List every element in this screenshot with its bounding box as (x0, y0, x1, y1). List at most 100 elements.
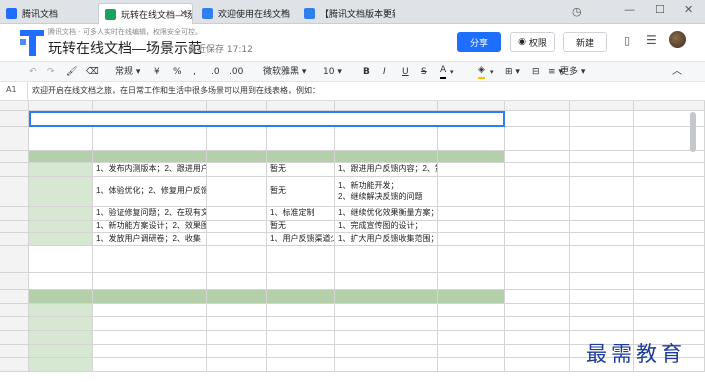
grid-cell[interactable] (634, 207, 705, 221)
issue-cell[interactable]: 暂无 (267, 163, 335, 177)
task-owner-cell[interactable] (207, 345, 267, 358)
row-header[interactable] (0, 127, 29, 151)
font-family-dropdown[interactable]: 微软雅黑 ▾ (263, 65, 306, 79)
grid-cell[interactable] (505, 151, 570, 163)
grid-cell[interactable] (505, 345, 570, 358)
tencent-docs-logo-icon[interactable] (20, 30, 44, 56)
grid-cell[interactable] (634, 246, 705, 273)
row-header[interactable] (0, 345, 29, 358)
increase-decimal-button[interactable]: .00 (229, 65, 243, 79)
task-end-cell[interactable] (438, 345, 505, 358)
task-status-cell[interactable] (267, 304, 335, 317)
row-header[interactable] (0, 290, 29, 304)
column-header-e[interactable] (335, 101, 438, 111)
grid-cell[interactable] (634, 290, 705, 304)
plan-cell[interactable]: 1、继续优化效果衡量方案；2 (335, 207, 438, 221)
doc-title[interactable]: 玩转在线文档—场景示范 (48, 38, 202, 58)
undo-icon[interactable]: ↶ (29, 65, 37, 79)
group-name-cell[interactable] (29, 233, 93, 246)
cell-reference[interactable]: A1 (6, 85, 17, 94)
phone-icon[interactable]: ▯ (624, 34, 630, 47)
row-header[interactable] (0, 273, 29, 290)
select-all-corner[interactable] (0, 101, 29, 111)
share-button[interactable]: 分享 (457, 32, 501, 52)
task-desc-cell[interactable] (93, 331, 207, 345)
grid-cell[interactable] (505, 358, 570, 372)
grid-cell[interactable] (570, 304, 634, 317)
task-status-cell[interactable] (267, 331, 335, 345)
grid-cell[interactable] (505, 163, 570, 177)
tab-scene-demo[interactable]: 玩转在线文档—场 ✕ (98, 3, 193, 24)
column-header-c[interactable] (207, 101, 267, 111)
avatar[interactable] (669, 31, 686, 48)
percent-button[interactable]: % (173, 65, 182, 79)
grid-cell[interactable] (505, 290, 570, 304)
column-header-i[interactable] (634, 101, 705, 111)
task-owner-cell[interactable] (207, 358, 267, 372)
task-status-cell[interactable] (267, 345, 335, 358)
grid-cell[interactable] (570, 127, 634, 151)
plan-cell[interactable]: 1、跟进用户反馈内容；2、策 (335, 163, 438, 177)
column-header-b[interactable] (93, 101, 207, 111)
grid-cell[interactable] (634, 304, 705, 317)
row-header[interactable] (0, 246, 29, 273)
grid-cell[interactable] (634, 317, 705, 331)
grid-cell[interactable] (570, 163, 634, 177)
task-id-cell[interactable] (29, 331, 93, 345)
grid-cell[interactable] (29, 246, 93, 273)
grid-cell[interactable] (335, 246, 438, 273)
task-owner-cell[interactable] (207, 304, 267, 317)
row-header[interactable] (0, 163, 29, 177)
grid-cell[interactable] (570, 233, 634, 246)
clock-icon[interactable]: ◷ (572, 5, 582, 18)
italic-icon[interactable]: I (383, 65, 386, 79)
row-header[interactable] (0, 111, 29, 127)
grid-cell[interactable] (570, 177, 634, 207)
maximize-icon[interactable]: ☐ (655, 3, 665, 16)
grid-cell[interactable] (634, 151, 705, 163)
underline-icon[interactable]: U (402, 65, 409, 79)
column-header-a[interactable] (29, 101, 93, 111)
issue-cell[interactable]: 暂无 (267, 221, 335, 233)
vertical-scrollbar[interactable] (690, 112, 696, 152)
task-start-cell[interactable] (335, 331, 438, 345)
task-desc-cell[interactable] (93, 304, 207, 317)
plan-cell[interactable]: 1、扩大用户反馈收集范围； (335, 233, 438, 246)
people-cell[interactable] (438, 163, 505, 177)
work-cell[interactable]: 1、发放用户调研卷；2、收集 (93, 233, 207, 246)
people-cell[interactable] (438, 221, 505, 233)
task-status-cell[interactable] (267, 358, 335, 372)
grid-cell[interactable] (505, 111, 570, 127)
column-header-f[interactable] (438, 101, 505, 111)
formula-input[interactable]: 欢迎开启在线文档之旅，在日常工作和生活中很多场景可以用到在线表格，例如： (32, 85, 320, 96)
grid-cell[interactable] (207, 246, 267, 273)
grid-cell[interactable] (505, 233, 570, 246)
more-dropdown[interactable]: 更多 ▾ (560, 65, 585, 79)
window-close-icon[interactable]: ✕ (684, 3, 693, 16)
work-cell[interactable]: 1、体验优化；2、修复用户反馈 (93, 177, 207, 207)
issue-cell[interactable]: 1、用户反馈渠道少 (267, 233, 335, 246)
grid-cell[interactable] (505, 207, 570, 221)
work-cell[interactable]: 1、新功能方案设计；2、效果图 (93, 221, 207, 233)
font-color-icon[interactable]: A (440, 65, 447, 79)
bold-button[interactable]: B (363, 65, 370, 79)
task-id-cell[interactable] (29, 304, 93, 317)
row-header[interactable] (0, 358, 29, 372)
thousands-button[interactable]: , (193, 65, 196, 79)
task-id-cell[interactable] (29, 358, 93, 372)
task-id-cell[interactable] (29, 345, 93, 358)
grid-cell[interactable] (505, 177, 570, 207)
chevron-down-icon[interactable]: ▾ (490, 65, 494, 79)
close-icon[interactable]: ✕ (382, 8, 390, 18)
grid-cell[interactable] (505, 127, 570, 151)
group-name-cell[interactable] (29, 163, 93, 177)
grid-cell[interactable] (570, 151, 634, 163)
new-button[interactable]: 新建 (563, 32, 607, 52)
grid-cell[interactable] (505, 221, 570, 233)
number-format-dropdown[interactable]: 常规 ▾ (115, 65, 140, 79)
people-cell[interactable] (438, 177, 505, 207)
group-name-cell[interactable] (29, 221, 93, 233)
task-desc-cell[interactable] (93, 358, 207, 372)
tab-welcome[interactable]: 欢迎使用在线文档 - ✕ (196, 3, 293, 24)
column-header-g[interactable] (505, 101, 570, 111)
